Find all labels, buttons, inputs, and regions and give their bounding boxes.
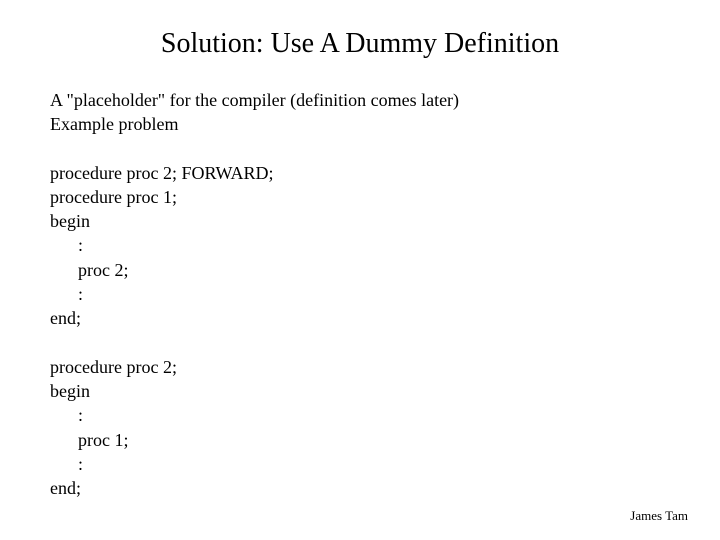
intro-line: A "placeholder" for the compiler (defini… xyxy=(50,88,670,112)
code-line: proc 2; xyxy=(50,258,670,282)
code-line: proc 1; xyxy=(50,428,670,452)
code-line: : xyxy=(50,452,670,476)
code-line: end; xyxy=(50,476,670,500)
code-block-2: procedure proc 2; begin : proc 1; : end; xyxy=(50,355,670,501)
code-line: : xyxy=(50,233,670,257)
code-line: end; xyxy=(50,306,670,330)
code-line: begin xyxy=(50,379,670,403)
code-line: : xyxy=(50,282,670,306)
code-line: : xyxy=(50,403,670,427)
code-line: procedure proc 1; xyxy=(50,185,670,209)
footer-author: James Tam xyxy=(630,508,688,524)
code-line: begin xyxy=(50,209,670,233)
page-title: Solution: Use A Dummy Definition xyxy=(110,28,610,60)
code-line: procedure proc 2; xyxy=(50,355,670,379)
code-block-1: procedure proc 2; FORWARD; procedure pro… xyxy=(50,161,670,331)
slide-container: Solution: Use A Dummy Definition A "plac… xyxy=(0,0,720,540)
intro-line: Example problem xyxy=(50,112,670,136)
intro-text: A "placeholder" for the compiler (defini… xyxy=(50,88,670,137)
code-line: procedure proc 2; FORWARD; xyxy=(50,161,670,185)
